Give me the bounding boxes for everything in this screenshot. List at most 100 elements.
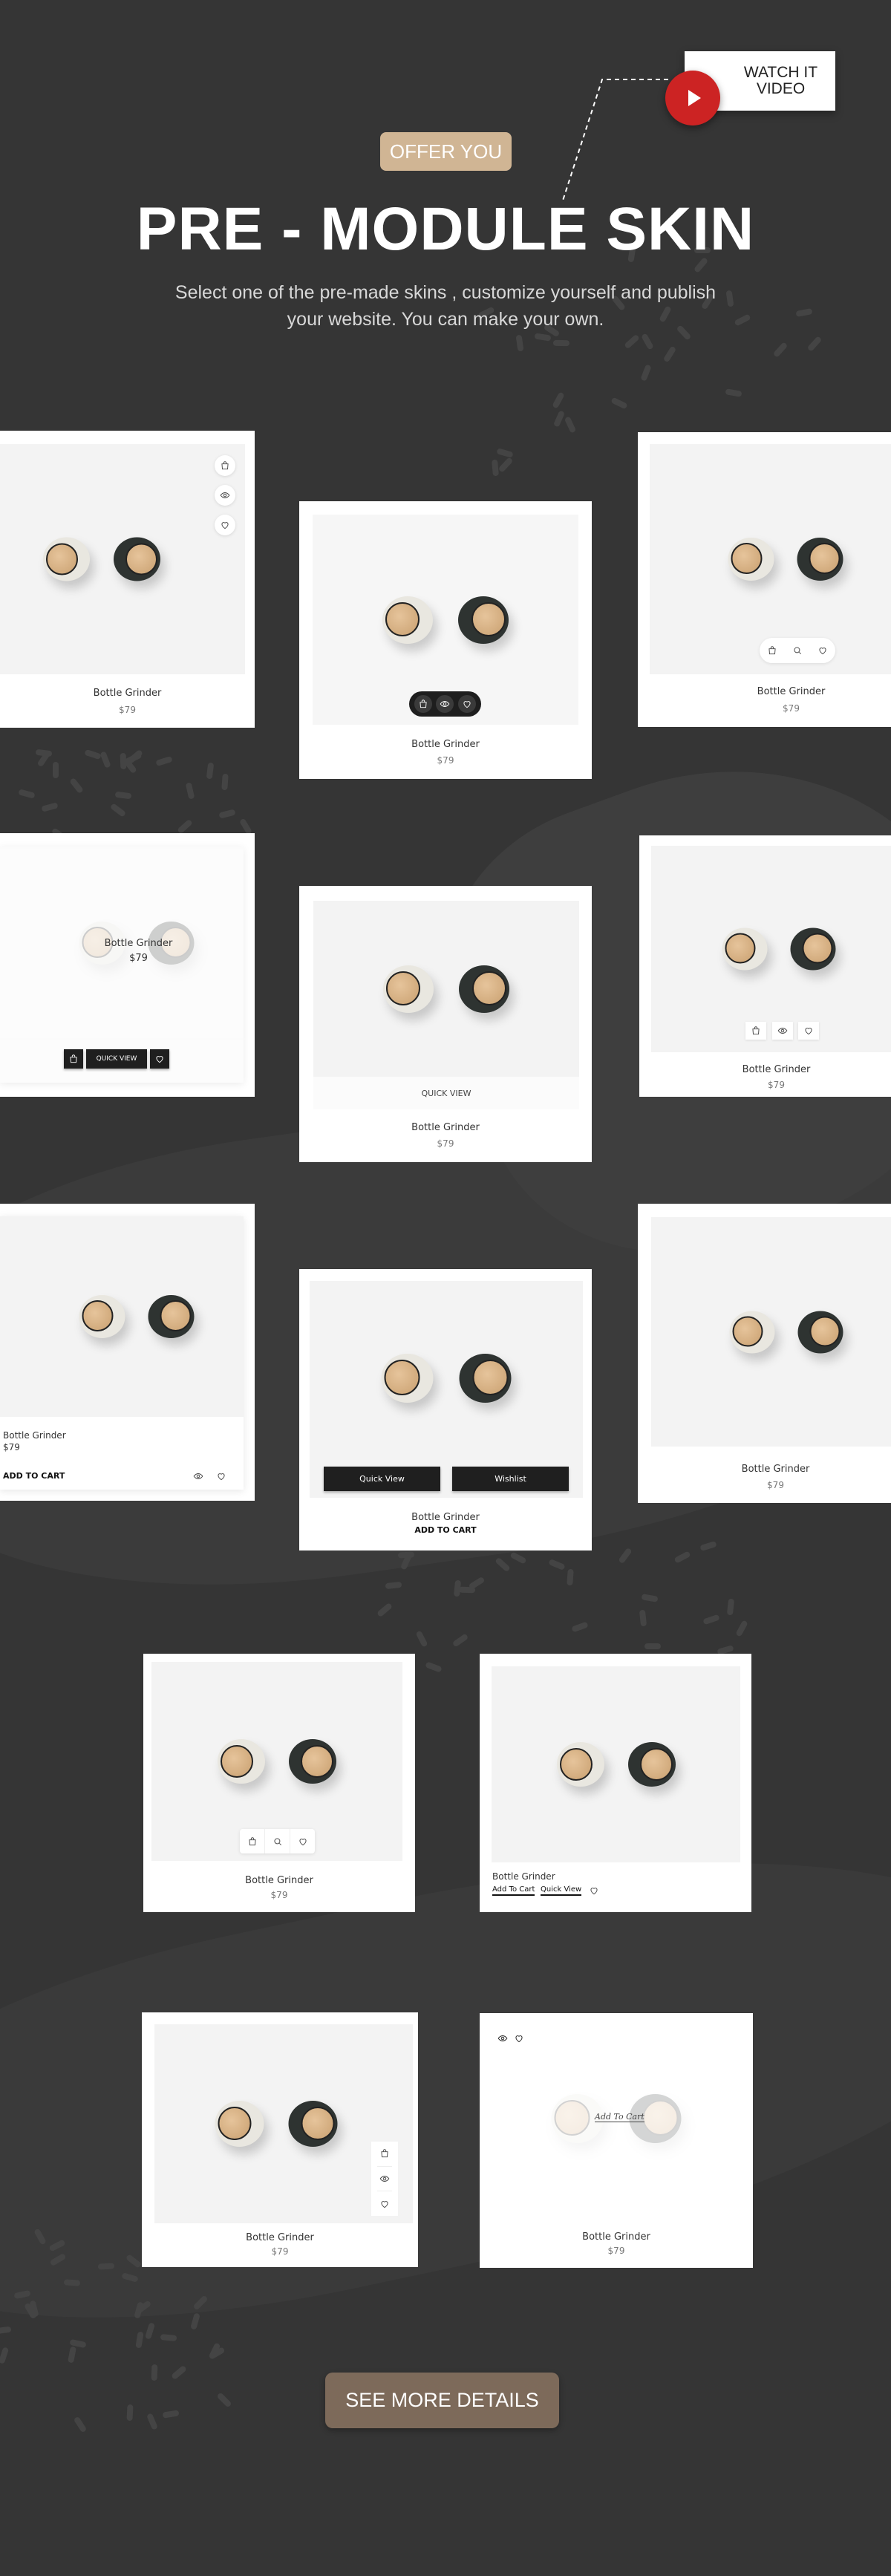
wishlist-button[interactable]: Wishlist [452,1467,569,1491]
grinder-wood-top [386,971,420,1005]
product-name[interactable]: Bottle Grinder [299,739,592,750]
quick-view-button[interactable]: Quick View [324,1467,440,1491]
heart-icon[interactable] [817,645,828,656]
heart-icon[interactable] [798,1022,819,1040]
see-more-details-button[interactable]: SEE MORE DETAILS [325,2373,559,2428]
page-title: PRE - MODULE SKIN [136,195,755,263]
grinder [797,538,843,581]
heart-icon[interactable] [150,1049,169,1069]
pattern-dash [639,363,652,382]
product-name[interactable]: Bottle Grinder [480,2231,753,2243]
pattern-dash [114,792,132,800]
pattern-dash [515,334,524,352]
product-image[interactable] [492,1666,740,1862]
product-image[interactable] [651,846,891,1052]
eye-icon[interactable] [436,695,454,713]
product-image[interactable] [313,901,579,1077]
grinder [148,1295,195,1338]
pattern-dash [185,782,195,800]
grinder [458,596,509,644]
quick-view-button[interactable]: QUICK VIEW [86,1049,147,1069]
eye-icon[interactable] [377,2167,392,2192]
bag-icon[interactable] [767,645,777,656]
product-card-skin-4[interactable]: Bottle Grinder $79 QUICK VIEW [0,833,255,1097]
bag-icon[interactable] [414,695,432,713]
bag-icon[interactable] [215,455,235,476]
eye-icon[interactable] [215,485,235,506]
search-icon[interactable] [265,1829,290,1853]
heart-icon[interactable] [216,1471,226,1481]
pattern-dash [162,2410,180,2419]
add-to-cart-link[interactable]: Add To Cart [595,2112,644,2122]
add-to-cart-link[interactable]: ADD TO CART [299,1525,592,1535]
product-name[interactable]: Bottle Grinder [0,938,255,949]
heart-icon[interactable] [589,1885,599,1896]
quick-view-bar[interactable]: QUICK VIEW [313,1077,579,1109]
product-name[interactable]: Bottle Grinder [492,1871,555,1882]
product-name[interactable]: Bottle Grinder [638,686,891,697]
product-image[interactable] [0,444,245,674]
pattern-dash [807,335,823,352]
pattern-dash [206,762,215,780]
pattern-dash [84,749,102,760]
grinder [288,2101,338,2147]
product-image[interactable] [651,1217,891,1447]
pattern-dash [125,751,143,765]
product-price: $79 [768,1080,785,1090]
eye-icon[interactable] [497,2033,508,2044]
heart-icon[interactable] [215,515,235,535]
product-card-skin-3[interactable]: Bottle Grinder $79 [638,432,891,727]
product-name[interactable]: Bottle Grinder [142,2232,418,2243]
product-card-skin-9[interactable]: Bottle Grinder $79 [638,1204,891,1503]
product-name[interactable]: Bottle Grinder [299,1512,592,1523]
play-icon[interactable] [665,71,720,125]
product-card-skin-1[interactable]: Bottle Grinder $79 [0,431,255,728]
bag-icon[interactable] [745,1022,766,1040]
heart-icon[interactable] [514,2033,524,2044]
product-name[interactable]: Bottle Grinder [143,1875,415,1886]
bag-icon[interactable] [64,1049,83,1069]
grinder-pair [722,927,835,971]
product-name[interactable]: Bottle Grinder [299,1122,592,1133]
product-card-skin-7[interactable]: Bottle Grinder $79 ADD TO CART [0,1204,255,1501]
product-card-skin-6[interactable]: Bottle Grinder $79 [639,835,891,1097]
pattern-dash [0,2326,12,2334]
product-image[interactable] [0,1216,244,1417]
pattern-dash [151,2364,158,2381]
bag-icon[interactable] [240,1829,265,1853]
eye-icon[interactable] [193,1471,203,1481]
product-price: $79 [783,703,800,714]
watch-video-label-line1: WATCH IT [743,64,818,81]
grinder [289,1739,336,1784]
grinder [382,596,433,644]
eye-icon[interactable] [772,1022,793,1040]
pattern-dash [69,777,85,795]
pattern-dash [126,2404,134,2421]
add-to-cart-link[interactable]: Add To Cart [492,1885,535,1896]
product-name[interactable]: Bottle Grinder [3,1430,255,1441]
grinder-wood-top [385,601,420,636]
quick-view-link[interactable]: Quick View [541,1885,582,1896]
heart-icon[interactable] [458,695,477,713]
action-toolbar [240,1829,315,1853]
product-card-skin-11[interactable]: Bottle Grinder Add To Cart Quick View [480,1654,751,1912]
watch-video-label-line2: VIDEO [756,80,806,97]
add-to-cart-link[interactable]: ADD TO CART [3,1471,65,1481]
product-image[interactable] [310,1281,583,1498]
product-card-skin-2[interactable]: Bottle Grinder $79 [299,501,592,779]
product-name[interactable]: Bottle Grinder [639,1064,891,1075]
heart-icon[interactable] [290,1829,315,1853]
bag-icon[interactable] [377,2142,392,2167]
product-card-skin-12[interactable]: Bottle Grinder $79 [142,2012,418,2267]
grinder-wood-top [731,543,762,574]
search-icon[interactable] [792,645,803,656]
product-card-skin-8[interactable]: Quick View Wishlist Bottle Grinder ADD T… [299,1269,592,1551]
vertical-action-bar [371,2142,398,2216]
product-name[interactable]: Bottle Grinder [0,688,255,699]
product-card-skin-5[interactable]: QUICK VIEW Bottle Grinder $79 [299,886,592,1162]
heart-icon[interactable] [371,2191,398,2216]
product-card-skin-13[interactable]: Add To Cart Bottle Grinder $79 [480,2013,753,2268]
product-name[interactable]: Bottle Grinder [638,1464,891,1475]
pattern-dash [41,802,59,813]
product-card-skin-10[interactable]: Bottle Grinder $79 [143,1654,415,1912]
